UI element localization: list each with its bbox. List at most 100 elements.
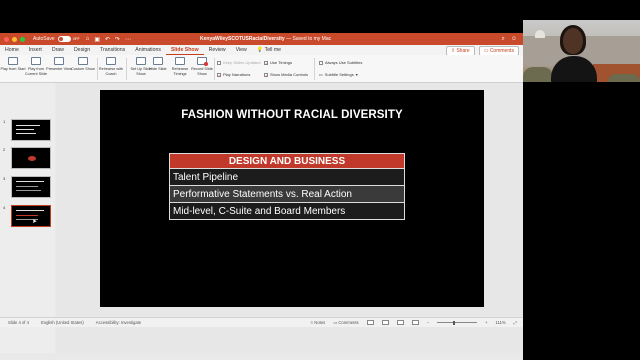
zoom-level[interactable]: 111% xyxy=(496,320,506,325)
status-bar: Slide 4 of 4 English (United States) Acc… xyxy=(0,317,523,327)
keep-slides-updated-checkbox[interactable]: Keep Slides Updated xyxy=(217,60,261,65)
subtitle-icon: ▭ xyxy=(319,72,323,77)
current-slide[interactable]: FASHION WITHOUT RACIAL DIVERSITY DESIGN … xyxy=(100,90,484,307)
slide-editing-canvas[interactable]: FASHION WITHOUT RACIAL DIVERSITY DESIGN … xyxy=(56,83,523,353)
language-indicator[interactable]: English (United States) xyxy=(41,320,84,325)
record-icon xyxy=(197,57,208,66)
notes-icon: ≡ xyxy=(310,320,314,325)
thumbnail-slide-1[interactable]: 1 xyxy=(3,119,51,141)
comments-status-label: Comments xyxy=(338,320,359,325)
reading-view-icon[interactable] xyxy=(396,320,404,325)
use-timings-checkbox[interactable]: ✓ Use Timings xyxy=(264,60,292,65)
tab-design[interactable]: Design xyxy=(69,45,95,55)
share-icon: ⇪ xyxy=(450,48,455,54)
home-icon[interactable]: ⌂ xyxy=(86,36,90,43)
powerpoint-window: AutoSave OFF ⌂ ▣ ↶ ↷ ⋯ KenyaWileySCOTUSR… xyxy=(0,33,523,360)
notes-button[interactable]: ≡ Notes xyxy=(311,320,326,325)
thumbnail-slide-2[interactable]: 2 xyxy=(3,147,51,169)
tab-review[interactable]: Review xyxy=(204,45,231,55)
document-title: KenyaWileySCOTUSRacialDiversity — Saved … xyxy=(200,36,331,42)
share-label: Share xyxy=(456,48,470,54)
thumbnail-slide-4[interactable]: 4 ➤ xyxy=(3,205,51,227)
custom-show-icon xyxy=(78,57,88,65)
comments-status-button[interactable]: ▭ Comments xyxy=(333,320,358,325)
table-header: DESIGN AND BUSINESS xyxy=(169,153,405,169)
keep-slides-updated-label: Keep Slides Updated xyxy=(223,60,261,65)
ribbon-divider xyxy=(214,58,215,80)
autosave-toggle[interactable] xyxy=(57,36,71,42)
presenter-view-icon xyxy=(54,57,64,65)
record-slide-show-button[interactable]: Record Slide Show xyxy=(189,57,215,76)
use-timings-label: Use Timings xyxy=(270,60,293,65)
tab-transitions[interactable]: Transitions xyxy=(95,45,130,55)
tab-view[interactable]: View xyxy=(231,45,252,55)
status-left: Slide 4 of 4 English (United States) Acc… xyxy=(8,320,141,325)
participant-face xyxy=(563,28,583,54)
tab-insert[interactable]: Insert xyxy=(24,45,47,55)
slide-counter: Slide 4 of 4 xyxy=(8,320,29,325)
hide-slide-icon xyxy=(153,57,163,65)
minimize-window-icon[interactable] xyxy=(12,36,17,42)
document-name: KenyaWileySCOTUSRacialDiversity xyxy=(200,36,285,42)
zoom-slider[interactable] xyxy=(437,320,478,325)
always-use-subtitles-checkbox[interactable]: Always Use Subtitles xyxy=(319,60,362,65)
presenter-view-button[interactable]: Presenter View xyxy=(46,57,72,72)
table-row: Mid-level, C-Suite and Board Members xyxy=(169,202,405,220)
tab-slide-show[interactable]: Slide Show xyxy=(165,45,204,55)
save-icon[interactable]: ▣ xyxy=(94,36,100,43)
play-from-current-icon xyxy=(31,57,41,65)
fit-to-window-icon[interactable]: ⤢ xyxy=(514,320,517,325)
subtitle-settings-dropdown[interactable]: ▭ Subtitle Settings ▾ xyxy=(319,72,358,77)
title-bar: AutoSave OFF ⌂ ▣ ↶ ↷ ⋯ KenyaWileySCOTUSR… xyxy=(0,33,523,45)
hide-slide-label: Hide Slide xyxy=(149,67,167,71)
title-bar-right: ⌕ ☺ xyxy=(501,36,517,43)
webcam-video xyxy=(523,20,640,82)
table-row: Performative Statements vs. Real Action xyxy=(169,185,405,203)
document-status: — Saved to my Mac xyxy=(286,36,332,42)
rehearse-with-coach-button[interactable]: Rehearse with Coach xyxy=(98,57,124,76)
custom-show-button[interactable]: Custom Show xyxy=(70,57,96,72)
show-media-controls-checkbox[interactable]: ✓ Show Media Controls xyxy=(264,72,308,77)
accessibility-status[interactable]: Accessibility: Investigate xyxy=(96,320,141,325)
chevron-down-icon: ▾ xyxy=(355,72,358,77)
tab-home[interactable]: Home xyxy=(0,45,24,55)
tab-draw[interactable]: Draw xyxy=(47,45,69,55)
always-use-subtitles-label: Always Use Subtitles xyxy=(325,60,363,65)
tell-me-label: Tell me xyxy=(264,47,282,53)
play-narrations-label: Play Narrations xyxy=(223,72,251,77)
checkbox-checked: ✓ xyxy=(217,72,222,78)
play-from-start-icon xyxy=(8,57,18,65)
rehearse-timings-label: Rehearse Timings xyxy=(171,67,189,76)
record-slide-show-label: Record Slide Show xyxy=(191,67,213,76)
undo-icon[interactable]: ↶ xyxy=(105,36,110,43)
redo-icon[interactable]: ↷ xyxy=(115,36,120,43)
subtitle-settings-label: Subtitle Settings xyxy=(324,72,354,77)
zoom-in-icon[interactable]: + xyxy=(485,320,487,325)
notes-label: Notes xyxy=(314,320,326,325)
tell-me-search[interactable]: 💡 Tell me xyxy=(252,45,286,55)
checkbox-box xyxy=(319,60,323,65)
more-icon[interactable]: ⋯ xyxy=(125,36,131,43)
play-narrations-checkbox[interactable]: ✓ Play Narrations xyxy=(217,72,250,77)
slide-sorter-icon[interactable] xyxy=(381,320,389,325)
mouse-cursor-icon: ➤ xyxy=(32,219,38,225)
search-icon[interactable]: ⌕ xyxy=(501,36,504,43)
play-from-current-label: Play from Current Slide xyxy=(24,67,48,76)
autosave-label: AutoSave xyxy=(33,36,55,42)
autosave-toggle-state: OFF xyxy=(72,37,80,41)
slide-title[interactable]: FASHION WITHOUT RACIAL DIVERSITY xyxy=(100,109,484,121)
maximize-window-icon[interactable] xyxy=(20,36,25,42)
comment-icon: ▭ xyxy=(333,320,338,325)
thumbnail-slide-3[interactable]: 3 xyxy=(3,176,51,198)
tab-animations[interactable]: Animations xyxy=(130,45,166,55)
slideshow-view-icon[interactable] xyxy=(411,320,419,325)
close-window-icon[interactable] xyxy=(4,36,9,42)
thumbnail-number: 3 xyxy=(3,176,6,181)
normal-view-icon[interactable] xyxy=(366,320,374,325)
rehearse-timings-icon xyxy=(175,57,185,65)
ribbon-divider xyxy=(314,58,315,80)
slide-table[interactable]: DESIGN AND BUSINESS Talent Pipeline Perf… xyxy=(169,153,405,220)
thumbnail-image xyxy=(11,147,51,169)
account-icon[interactable]: ☺ xyxy=(511,36,517,43)
zoom-out-icon[interactable]: − xyxy=(427,320,429,325)
